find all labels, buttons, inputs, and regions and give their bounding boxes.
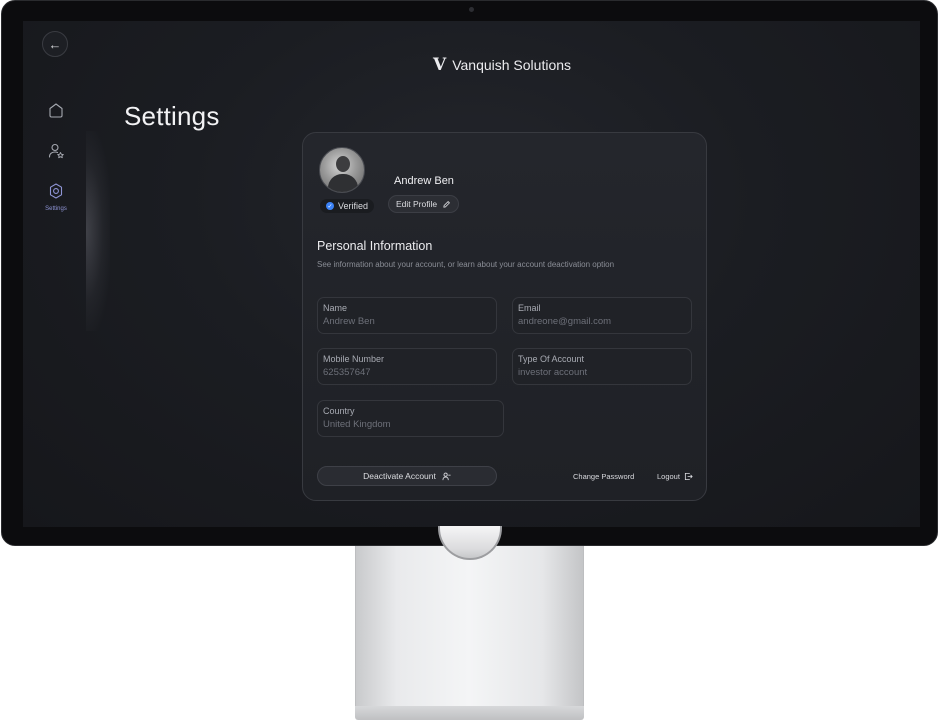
profile-name: Andrew Ben — [394, 175, 454, 187]
settings-card: ✓ Verified Andrew Ben Edit Profile Perso… — [302, 132, 707, 501]
deactivate-account-button[interactable]: Deactivate Account — [317, 466, 497, 486]
field-value: United Kingdom — [323, 419, 391, 430]
back-button[interactable]: ← — [42, 31, 68, 57]
screen: ← Settings V Vanquish Solutions Settings… — [23, 21, 920, 527]
monitor-stand — [355, 536, 584, 716]
logout-icon — [684, 472, 693, 481]
user-remove-icon — [442, 472, 451, 480]
account-type-field[interactable]: Type Of Account investor account — [512, 348, 692, 385]
field-value: investor account — [518, 367, 588, 378]
sidebar-item-settings[interactable] — [46, 181, 66, 201]
brand: V Vanquish Solutions — [433, 55, 571, 75]
email-field[interactable]: Email andreone@gmail.com — [512, 297, 692, 334]
change-password-link[interactable]: Change Password — [573, 472, 634, 481]
page-title: Settings — [124, 101, 220, 131]
mobile-number-field[interactable]: Mobile Number 625357647 — [317, 348, 497, 385]
sidebar-item-label: Settings — [45, 206, 67, 212]
check-circle-icon: ✓ — [326, 202, 334, 210]
field-label: Country — [323, 406, 355, 416]
edit-profile-label: Edit Profile — [396, 199, 438, 209]
field-label: Email — [518, 303, 541, 313]
settings-gear-icon — [49, 183, 63, 199]
camera-dot — [469, 7, 474, 12]
field-value: 625357647 — [323, 367, 371, 378]
pencil-icon — [443, 200, 450, 208]
edit-profile-button[interactable]: Edit Profile — [388, 195, 460, 213]
logout-link[interactable]: Logout — [657, 472, 693, 481]
section-subtitle: See information about your account, or l… — [317, 260, 615, 269]
verified-label: Verified — [338, 201, 369, 211]
deactivate-label: Deactivate Account — [363, 471, 436, 481]
monitor-stand-base — [355, 706, 584, 720]
avatar — [319, 147, 365, 193]
field-label: Type Of Account — [518, 354, 585, 364]
name-field[interactable]: Name Andrew Ben — [317, 297, 497, 334]
field-label: Mobile Number — [323, 354, 385, 364]
user-star-icon — [48, 143, 64, 159]
sidebar-glow — [86, 131, 110, 331]
field-label: Name — [323, 303, 348, 313]
verified-badge: ✓ Verified — [320, 199, 375, 213]
section-title: Personal Information — [317, 239, 433, 253]
monitor-bezel: ← Settings V Vanquish Solutions Settings… — [1, 0, 938, 546]
brand-name: Vanquish Solutions — [452, 57, 572, 73]
arrow-left-icon: ← — [48, 36, 62, 52]
home-icon — [49, 103, 63, 118]
sidebar-item-profile[interactable] — [46, 141, 66, 161]
sidebar-item-home[interactable] — [46, 101, 66, 121]
country-field[interactable]: Country United Kingdom — [317, 400, 504, 437]
logout-label: Logout — [657, 472, 680, 481]
brand-logo: V — [433, 55, 446, 75]
field-value: Andrew Ben — [323, 316, 375, 327]
field-value: andreone@gmail.com — [518, 316, 612, 327]
